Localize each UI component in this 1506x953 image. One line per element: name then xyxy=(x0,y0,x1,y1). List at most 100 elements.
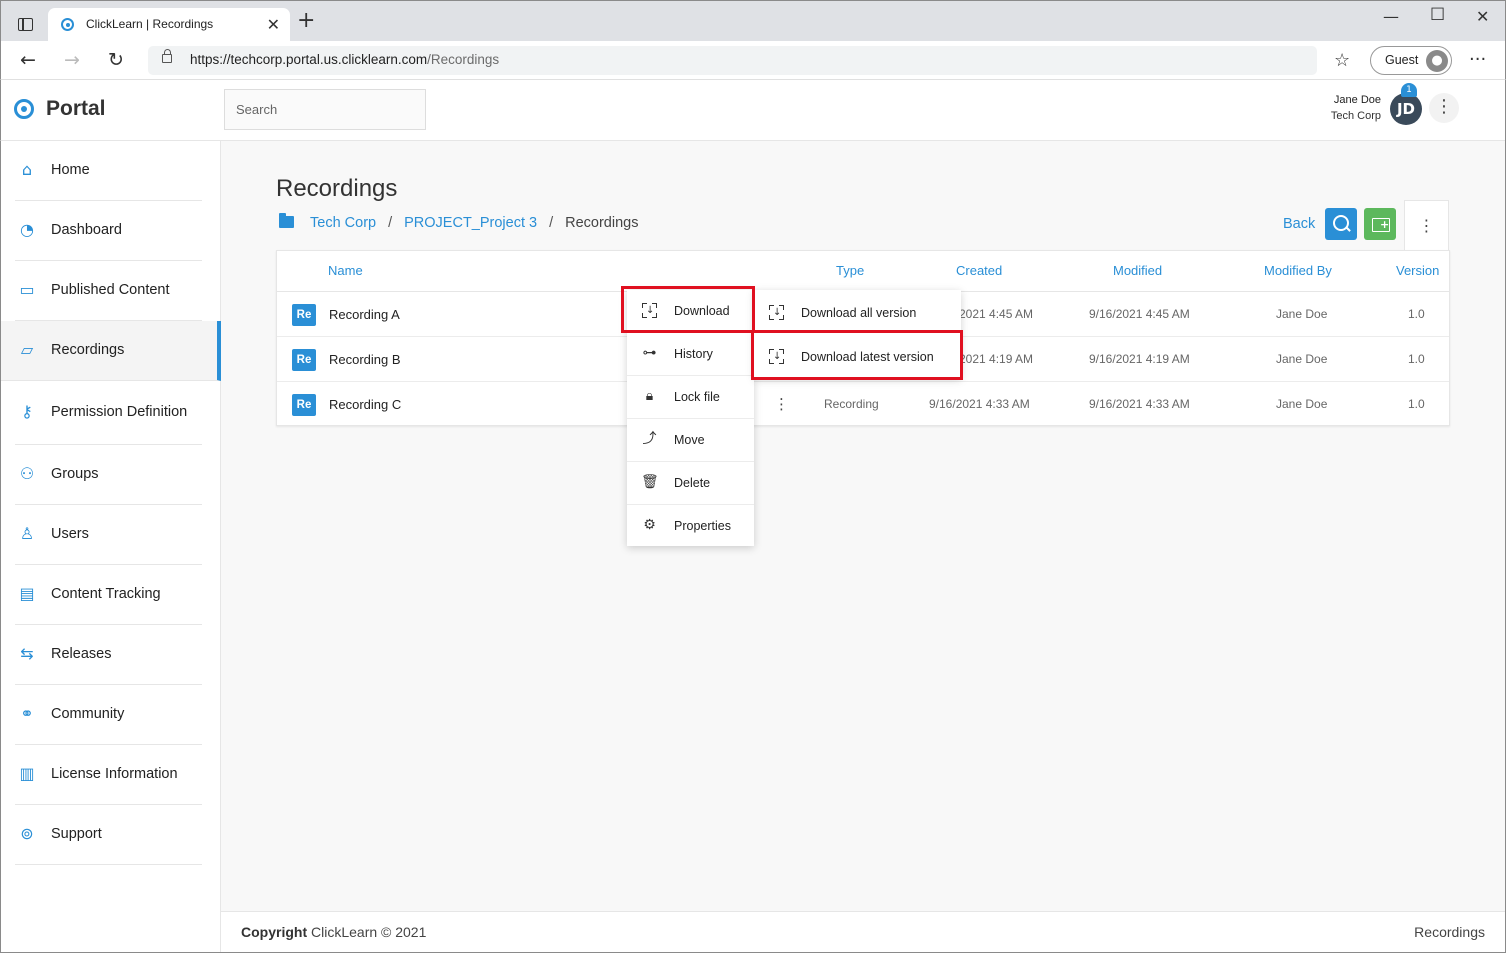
sidebar-item-recordings[interactable]: ▱ Recordings xyxy=(1,321,221,381)
sidebar-item-label: Permission Definition xyxy=(51,404,188,420)
sidebar-item-groups[interactable]: ⚇ Groups xyxy=(15,445,202,505)
column-header-modified[interactable]: Modified xyxy=(1113,263,1162,278)
menu-item-history[interactable]: ⊶ History xyxy=(627,333,754,376)
new-tab-icon[interactable]: + xyxy=(297,10,315,32)
cell-modified: 9/16/2021 4:19 AM xyxy=(1089,352,1190,366)
recording-name[interactable]: Recording A xyxy=(329,307,400,322)
back-link[interactable]: Back xyxy=(1283,216,1315,232)
back-arrow-icon[interactable]: ← xyxy=(20,49,36,71)
sidebar-item-label: Recordings xyxy=(51,342,125,358)
footer: Copyright ClickLearn © 2021 Recordings xyxy=(221,911,1505,953)
browser-tab[interactable]: ClickLearn | Recordings ✕ xyxy=(48,8,290,42)
profile-button[interactable]: Guest ● xyxy=(1370,46,1452,75)
search-button[interactable] xyxy=(1325,208,1357,240)
tab-close-icon[interactable]: ✕ xyxy=(267,15,280,34)
cell-version: 1.0 xyxy=(1408,397,1425,411)
sidebar-item-label: Community xyxy=(51,706,125,722)
column-header-version[interactable]: Version xyxy=(1396,263,1439,278)
menu-item-properties[interactable]: ⚙ Properties xyxy=(627,505,754,548)
menu-item-lock-file[interactable]: 🔒︎ Lock file xyxy=(627,376,754,419)
sidebar-item-published-content[interactable]: ▭ Published Content xyxy=(15,261,202,321)
download-icon: ↓ xyxy=(768,348,785,365)
minimize-icon[interactable]: — xyxy=(1383,7,1399,26)
favorites-icon[interactable]: ☆ xyxy=(1334,50,1350,71)
menu-item-label: Download xyxy=(674,304,730,318)
sidebar-item-dashboard[interactable]: ◔ Dashboard xyxy=(15,201,202,261)
cell-created: 2021 4:45 AM xyxy=(959,307,1034,321)
cell-modified-by: Jane Doe xyxy=(1276,352,1328,366)
window-close-icon[interactable]: ✕ xyxy=(1476,7,1489,26)
breadcrumb-separator: / xyxy=(549,215,554,231)
cell-created: 9/16/2021 4:33 AM xyxy=(929,397,1030,411)
menu-item-delete[interactable]: 🗑︎ Delete xyxy=(627,462,754,505)
browser-more-icon[interactable]: ··· xyxy=(1469,49,1486,70)
profile-label: Guest xyxy=(1385,53,1419,67)
sidebar-item-label: Groups xyxy=(51,466,99,482)
published-content-icon: ▭ xyxy=(19,280,35,299)
sidebar-item-label: License Information xyxy=(51,766,178,782)
menu-item-label: Download latest version xyxy=(801,350,934,364)
window-menu-icon[interactable] xyxy=(18,18,33,31)
sidebar-item-community[interactable]: ⚭ Community xyxy=(15,685,202,745)
refresh-icon[interactable]: ↻ xyxy=(108,49,124,71)
app-header: Portal Jane Doe Tech Corp JD 1 ⋮ xyxy=(0,80,1506,141)
menu-item-download-latest-version[interactable]: ↓ Download latest version xyxy=(754,334,961,378)
gear-icon: ⚙ xyxy=(643,517,656,533)
user-org: Tech Corp xyxy=(1330,110,1381,122)
toolbar-more-button[interactable]: ⋮ xyxy=(1404,200,1449,250)
sidebar-item-users[interactable]: ♙ Users xyxy=(15,505,202,565)
maximize-icon[interactable]: ☐ xyxy=(1430,5,1445,25)
sidebar-item-support[interactable]: ⊚ Support xyxy=(15,805,202,865)
sidebar-item-label: Users xyxy=(51,526,89,542)
header-more-button[interactable]: ⋮ xyxy=(1429,93,1459,123)
menu-item-download-all-version[interactable]: ↓ Download all version xyxy=(754,290,961,334)
sidebar-item-home[interactable]: ⌂ Home xyxy=(15,141,202,201)
sidebar-item-license-information[interactable]: ▥ License Information xyxy=(15,745,202,805)
permission-icon: ⚷ xyxy=(21,402,33,421)
column-header-name[interactable]: Name xyxy=(328,263,363,278)
column-header-modified-by[interactable]: Modified By xyxy=(1264,263,1332,278)
cell-modified: 9/16/2021 4:33 AM xyxy=(1089,397,1190,411)
breadcrumb-link-project[interactable]: PROJECT_Project 3 xyxy=(404,215,537,231)
menu-item-label: Properties xyxy=(674,519,731,533)
sidebar-item-releases[interactable]: ⇆ Releases xyxy=(15,625,202,685)
address-bar: ← → ↻ https://techcorp.portal.us.clickle… xyxy=(0,41,1506,80)
sidebar-item-content-tracking[interactable]: ▤ Content Tracking xyxy=(15,565,202,625)
forward-arrow-icon[interactable]: → xyxy=(64,49,80,71)
avatar[interactable]: JD xyxy=(1390,93,1422,125)
table-header: Name Type Created Modified Modified By V… xyxy=(277,251,1449,292)
menu-item-move[interactable]: ⤴ Move xyxy=(627,419,754,462)
download-icon: ↓ xyxy=(641,302,658,319)
search-input[interactable] xyxy=(224,89,426,130)
breadcrumb: Tech Corp / PROJECT_Project 3 / Recordings xyxy=(279,213,638,231)
sidebar-item-label: Dashboard xyxy=(51,222,122,238)
sidebar-item-label: Content Tracking xyxy=(51,586,161,602)
cell-created: 2021 4:19 AM xyxy=(959,352,1034,366)
sidebar-item-label: Published Content xyxy=(51,282,170,298)
trash-icon: 🗑︎ xyxy=(641,474,659,490)
column-header-created[interactable]: Created xyxy=(956,263,1002,278)
download-icon: ↓ xyxy=(768,304,785,321)
menu-item-download[interactable]: ↓ Download xyxy=(627,290,754,333)
new-folder-button[interactable] xyxy=(1364,208,1396,240)
footer-page-name: Recordings xyxy=(1414,924,1485,940)
table-row[interactable]: Re Recording C ⋮ Recording 9/16/2021 4:3… xyxy=(277,382,1449,427)
notification-badge[interactable]: 1 xyxy=(1401,83,1417,97)
breadcrumb-link-tech-corp[interactable]: Tech Corp xyxy=(310,215,376,231)
cell-modified-by: Jane Doe xyxy=(1276,397,1328,411)
recording-name[interactable]: Recording C xyxy=(329,397,401,412)
copyright-text: Copyright ClickLearn © 2021 xyxy=(241,924,427,940)
recording-badge: Re xyxy=(292,349,316,371)
portal-logo-text: Portal xyxy=(46,97,106,120)
user-icon: ♙ xyxy=(19,524,35,543)
history-icon: ⊶ xyxy=(642,345,657,361)
sidebar-item-label: Support xyxy=(51,826,102,842)
support-icon: ⊚ xyxy=(20,824,34,843)
url-field[interactable]: https://techcorp.portal.us.clicklearn.co… xyxy=(148,46,1317,75)
cell-modified-by: Jane Doe xyxy=(1276,307,1328,321)
row-more-icon[interactable]: ⋮ xyxy=(774,395,789,413)
recording-name[interactable]: Recording B xyxy=(329,352,401,367)
releases-icon: ⇆ xyxy=(20,644,34,663)
sidebar-item-permission-definition[interactable]: ⚷ Permission Definition xyxy=(15,381,202,445)
column-header-type[interactable]: Type xyxy=(836,263,864,278)
